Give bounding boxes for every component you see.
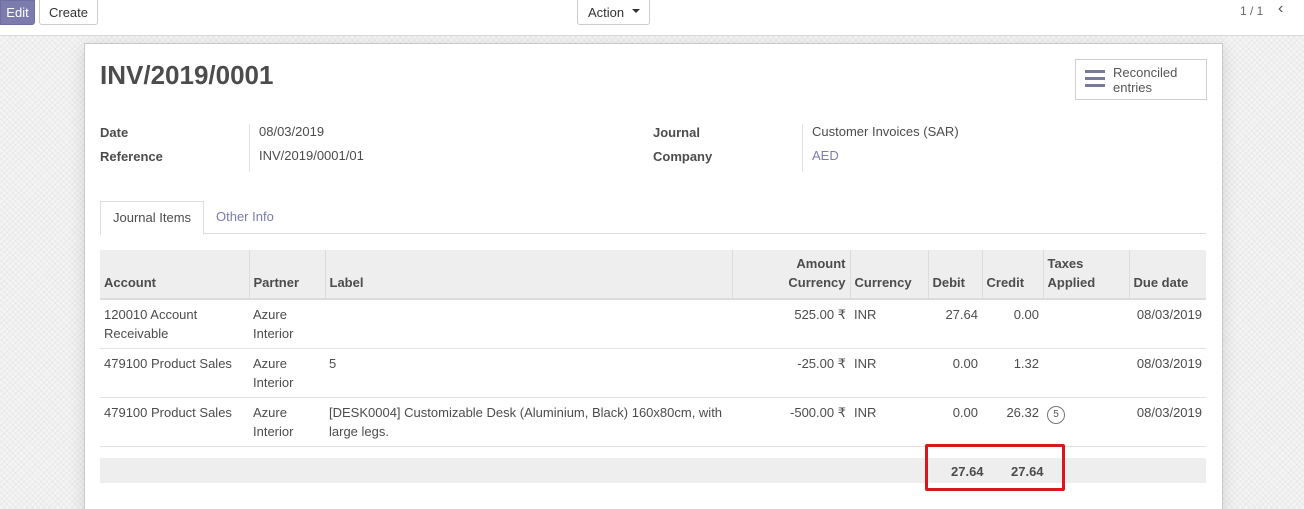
- table-row[interactable]: 479100 Product Sales Azure Interior [DES…: [100, 397, 1206, 447]
- notebook-tabs: Journal Items Other Info: [100, 201, 1206, 235]
- cell-currency: INR: [850, 299, 928, 349]
- total-debit: 27.64: [951, 464, 984, 479]
- chevron-left-icon[interactable]: ‹: [1278, 0, 1283, 18]
- record-title: INV/2019/0001: [100, 60, 274, 90]
- bars-icon: [1085, 70, 1105, 88]
- column-partner[interactable]: Partner: [248, 250, 325, 300]
- table-row[interactable]: 479100 Product Sales Azure Interior 5 -2…: [100, 348, 1206, 398]
- cell-label: 5: [325, 348, 732, 398]
- reference-value: INV/2019/0001/01: [249, 148, 364, 172]
- cell-currency: INR: [850, 397, 928, 447]
- cell-debit: 0.00: [928, 397, 982, 447]
- cell-credit: 26.32: [982, 397, 1043, 447]
- date-value: 08/03/2019: [249, 124, 324, 148]
- cell-label: [DESK0004] Customizable Desk (Aluminium,…: [325, 397, 732, 447]
- control-panel: Edit Create Action 1 / 1 ‹: [0, 0, 1304, 36]
- form-sheet: INV/2019/0001 Reconciled entries Date 08…: [84, 43, 1223, 509]
- action-dropdown[interactable]: Action: [577, 0, 650, 25]
- tab-journal-items[interactable]: Journal Items: [100, 201, 205, 235]
- cell-taxes: [1043, 348, 1129, 398]
- table-row[interactable]: 120010 Account Receivable Azure Interior…: [100, 299, 1206, 349]
- cell-debit: 27.64: [928, 299, 982, 349]
- cell-label: [325, 299, 732, 349]
- cell-partner: Azure Interior: [249, 299, 325, 349]
- tax-count-badge[interactable]: 5: [1047, 406, 1065, 424]
- pager-value[interactable]: 1 / 1: [1240, 4, 1263, 18]
- date-label: Date: [100, 125, 129, 140]
- reconciled-entries-button[interactable]: Reconciled entries: [1075, 59, 1207, 100]
- reconciled-entries-label: Reconciled entries: [1113, 65, 1178, 95]
- column-label[interactable]: Label: [324, 250, 732, 300]
- cell-currency: INR: [850, 348, 928, 398]
- cell-credit: 1.32: [982, 348, 1043, 398]
- tab-other-info[interactable]: Other Info: [204, 201, 286, 234]
- cell-debit: 0.00: [928, 348, 982, 398]
- cell-taxes: [1043, 299, 1129, 349]
- company-label: Company: [653, 149, 713, 164]
- company-link[interactable]: AED: [802, 148, 839, 172]
- cell-partner: Azure Interior: [249, 397, 325, 447]
- cell-partner: Azure Interior: [249, 348, 325, 398]
- column-account[interactable]: Account: [100, 250, 249, 300]
- cell-amount-currency: -25.00 ₹: [732, 348, 850, 398]
- column-debit[interactable]: Debit: [927, 250, 982, 300]
- total-credit: 27.64: [1011, 464, 1044, 479]
- create-button[interactable]: Create: [39, 0, 98, 25]
- cell-amount-currency: 525.00 ₹: [732, 299, 850, 349]
- reference-label: Reference: [100, 149, 163, 164]
- column-currency[interactable]: Currency: [849, 250, 928, 300]
- journal-label: Journal: [653, 125, 700, 140]
- cell-credit: 0.00: [982, 299, 1043, 349]
- edit-button[interactable]: Edit: [0, 0, 35, 25]
- cell-due-date: 08/03/2019: [1129, 299, 1206, 349]
- cell-taxes: 5: [1043, 397, 1129, 447]
- column-credit[interactable]: Credit: [981, 250, 1043, 300]
- column-taxes-applied[interactable]: Taxes Applied: [1042, 250, 1129, 300]
- table-header: Account Partner Label Amount Currency Cu…: [100, 250, 1206, 300]
- journal-value: Customer Invoices (SAR): [802, 124, 959, 148]
- cell-amount-currency: -500.00 ₹: [732, 397, 850, 447]
- cell-account: 479100 Product Sales: [100, 348, 249, 398]
- cell-account: 479100 Product Sales: [100, 397, 249, 447]
- cell-due-date: 08/03/2019: [1129, 397, 1206, 447]
- cell-due-date: 08/03/2019: [1129, 348, 1206, 398]
- caret-down-icon: [632, 9, 640, 13]
- journal-items-table: Account Partner Label Amount Currency Cu…: [100, 250, 1206, 447]
- column-amount-currency[interactable]: Amount Currency: [731, 250, 850, 300]
- cell-account: 120010 Account Receivable: [100, 299, 249, 349]
- column-due-date[interactable]: Due date: [1128, 250, 1206, 300]
- action-label: Action: [588, 4, 625, 20]
